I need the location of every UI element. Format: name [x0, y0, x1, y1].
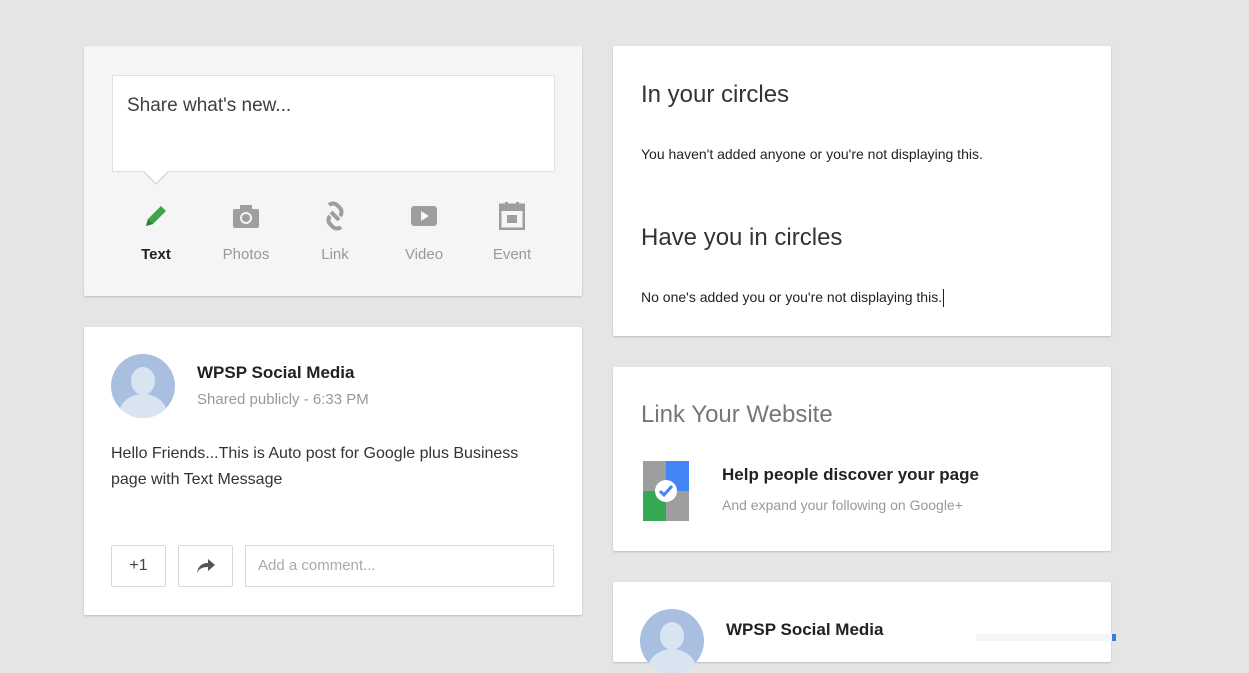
- share-arrow-icon: [196, 559, 215, 573]
- have-you-circles-text: No one's added you or you're not display…: [641, 289, 943, 305]
- share-option-photos[interactable]: Photos: [216, 196, 276, 263]
- share-option-label: Event: [492, 246, 532, 263]
- share-option-label: Photos: [222, 246, 270, 263]
- post-card-partial: WPSP Social Media: [613, 582, 1111, 673]
- bottom-toolbar: [976, 634, 1116, 641]
- video-icon: [394, 196, 454, 236]
- comment-input[interactable]: Add a comment...: [245, 545, 554, 587]
- post-meta: Shared publicly - 6:33 PM: [197, 391, 369, 408]
- verified-site-icon: [643, 461, 689, 521]
- plus-one-label: +1: [129, 557, 148, 574]
- text-cursor: [943, 289, 945, 308]
- calendar-icon: [482, 196, 542, 236]
- plus-one-button[interactable]: +1: [111, 545, 166, 587]
- have-you-circles-title: Have you in circles: [641, 224, 843, 251]
- share-option-label: Link: [321, 246, 349, 263]
- post-text: Hello Friends...This is Auto post for Go…: [111, 445, 519, 488]
- avatar[interactable]: [640, 609, 704, 673]
- camera-icon: [216, 196, 276, 236]
- share-option-link[interactable]: Link: [305, 196, 365, 263]
- bottom-toolbar-accent: [1112, 634, 1116, 641]
- post-card: WPSP Social Media Shared publicly - 6:33…: [84, 327, 582, 615]
- link-website-card: Link Your Website Help people discover y…: [613, 367, 1111, 551]
- in-circles-text: You haven't added anyone or you're not d…: [641, 146, 983, 162]
- share-input-pointer: [143, 171, 169, 185]
- link-website-subtext: And expand your following on Google+: [722, 497, 963, 513]
- share-option-event[interactable]: Event: [482, 196, 542, 263]
- in-circles-title: In your circles: [641, 81, 790, 108]
- share-button[interactable]: [178, 545, 233, 587]
- share-input[interactable]: Share what's new...: [112, 75, 555, 172]
- pencil-icon: [126, 196, 186, 236]
- avatar[interactable]: [111, 354, 175, 418]
- share-option-label: Text: [141, 246, 171, 263]
- share-option-text[interactable]: Text: [126, 196, 186, 263]
- post-author[interactable]: WPSP Social Media: [726, 620, 883, 640]
- circles-card: In your circles You haven't added anyone…: [613, 46, 1111, 336]
- have-you-circles-text-row: No one's added you or you're not display…: [641, 289, 945, 308]
- post-author[interactable]: WPSP Social Media: [197, 363, 354, 383]
- link-website-headline[interactable]: Help people discover your page: [722, 465, 979, 485]
- share-option-video[interactable]: Video: [394, 196, 454, 263]
- share-box: Share what's new... Text Photos Link Vid…: [84, 46, 582, 296]
- link-icon: [305, 196, 365, 236]
- share-option-label: Video: [404, 246, 444, 263]
- link-website-title: Link Your Website: [641, 401, 833, 428]
